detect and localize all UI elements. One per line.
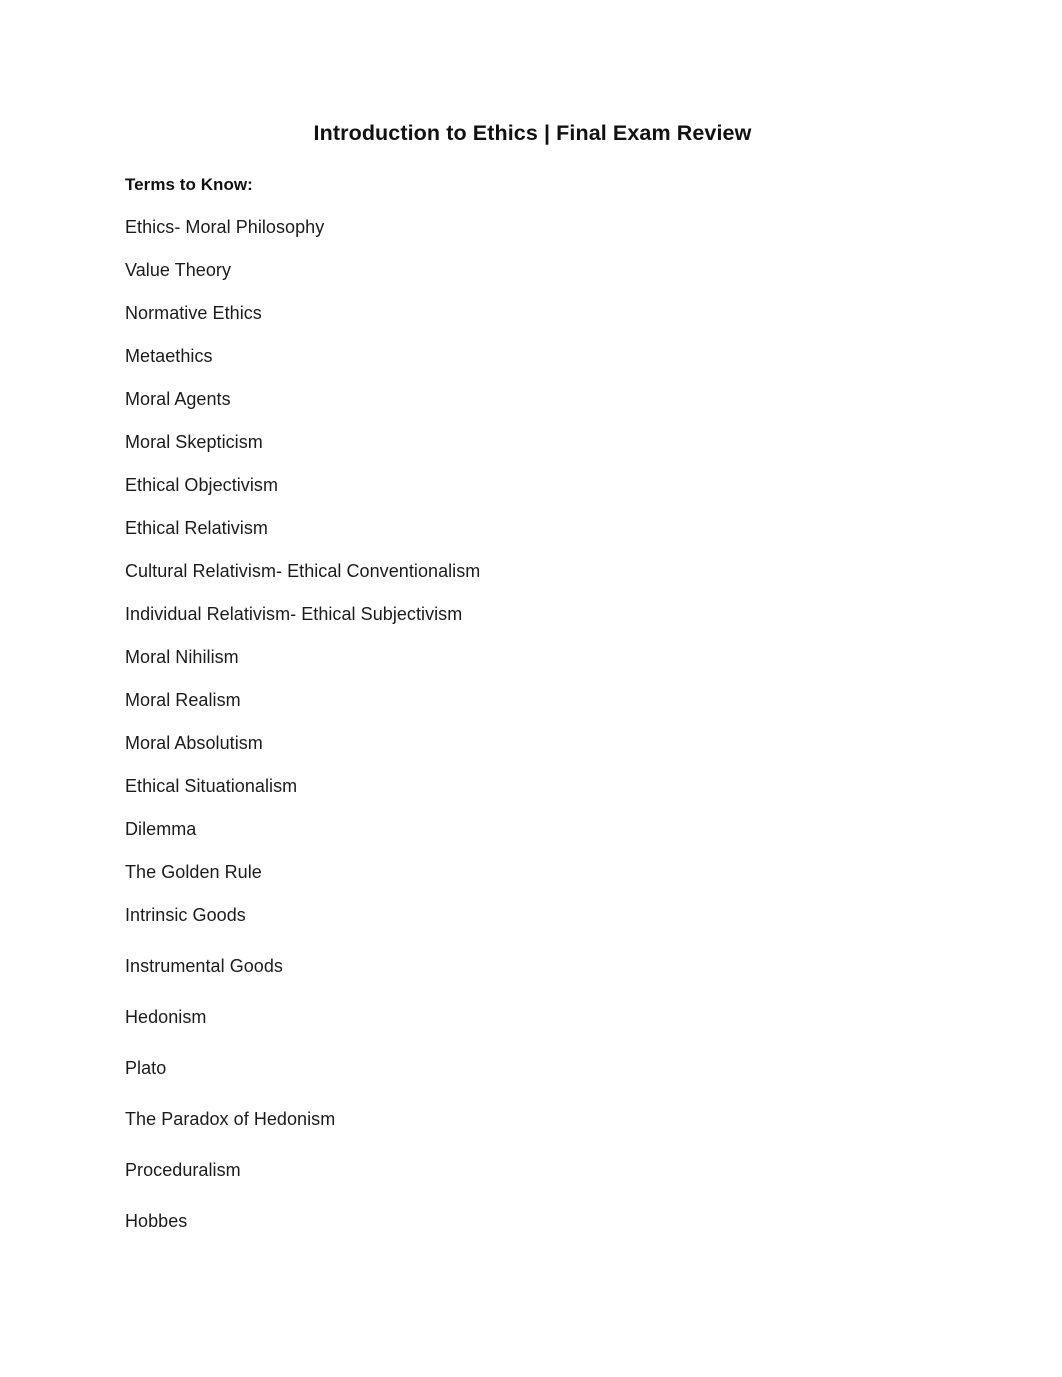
list-item: Ethical Objectivism [125, 474, 278, 495]
section-heading-terms-to-know: Terms to Know: [125, 174, 253, 194]
list-item: Moral Nihilism [125, 646, 239, 667]
list-item: Instrumental Goods [125, 955, 283, 976]
list-item: The Paradox of Hedonism [125, 1108, 336, 1129]
list-item: Hedonism [125, 1006, 207, 1027]
document-body: Introduction to Ethics | Final Exam Revi… [125, 0, 940, 1230]
list-item: Ethical Situationalism [125, 775, 298, 796]
list-item: Intrinsic Goods [125, 904, 246, 925]
list-item: Ethics- Moral Philosophy [125, 216, 325, 237]
list-item: Hobbes [125, 1210, 188, 1231]
list-item: Cultural Relativism- Ethical Conventiona… [125, 560, 481, 581]
list-item: The Golden Rule [125, 861, 262, 882]
list-item: Normative Ethics [125, 302, 262, 323]
list-item: Dilemma [125, 818, 197, 839]
terms-list: Ethics- Moral Philosophy Value Theory Norm… [125, 193, 940, 1230]
list-item: Plato [125, 1057, 167, 1078]
list-item: Individual Relativism- Ethical Subjectiv… [125, 603, 463, 624]
list-item: Moral Agents [125, 388, 231, 409]
list-item: Value Theory [125, 259, 231, 280]
page-title: Introduction to Ethics | Final Exam Revi… [313, 121, 752, 145]
document-page: Introduction to Ethics | Final Exam Revi… [0, 0, 1062, 1377]
list-item: Proceduralism [125, 1159, 241, 1180]
list-item: Metaethics [125, 345, 213, 366]
list-item: Moral Realism [125, 689, 241, 710]
list-item: Moral Skepticism [125, 431, 263, 452]
list-item: Moral Absolutism [125, 732, 263, 753]
list-item: Ethical Relativism [125, 517, 268, 538]
